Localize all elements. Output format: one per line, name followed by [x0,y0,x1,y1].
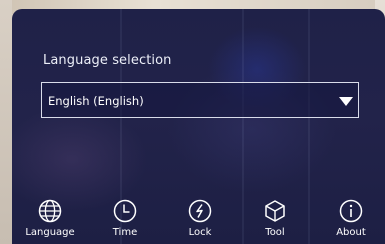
toolbar-item-time[interactable]: Time [95,192,155,244]
toolbar-item-lock[interactable]: Lock [170,192,230,244]
toolbar-label-language: Language [25,227,75,238]
cube-icon [265,200,285,222]
toolbar-label-tool: Tool [265,227,285,238]
toolbar-item-language[interactable]: Language [20,192,80,244]
language-dropdown[interactable]: English (English) [41,82,359,118]
toolbar-item-tool[interactable]: Tool [245,192,305,244]
dropdown-caret-icon [339,97,353,106]
lock-icon [188,199,212,223]
clock-icon [113,199,137,223]
info-icon [339,199,363,223]
section-title: Language selection [43,53,172,68]
language-dropdown-value: English (English) [48,94,144,108]
toolbar-label-lock: Lock [188,227,212,238]
toolbar-label-about: About [336,227,366,238]
bottom-toolbar: Language Time Lock Tool About [0,192,385,244]
toolbar-item-about[interactable]: About [321,192,381,244]
app-screen: Language selection English (English) Lan… [0,0,385,244]
toolbar-label-time: Time [112,227,138,238]
globe-icon [38,199,62,223]
